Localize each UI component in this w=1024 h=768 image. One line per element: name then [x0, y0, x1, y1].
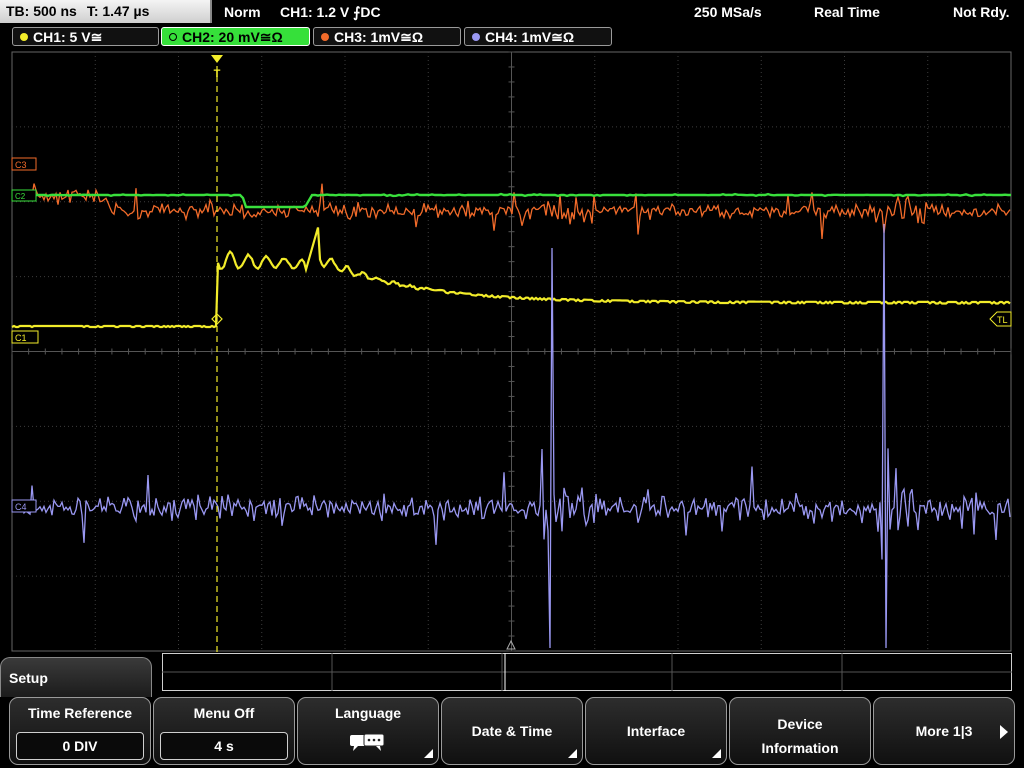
- softkey-device-information[interactable]: Device Information: [729, 697, 871, 765]
- ch2-ground-marker[interactable]: C2: [11, 189, 37, 202]
- ch1-ground-marker[interactable]: C1: [11, 330, 39, 344]
- ch3-label: CH3: 1mV≅Ω: [334, 29, 424, 45]
- ch4-ground-marker[interactable]: C4: [11, 499, 37, 513]
- timebase-box[interactable]: TB: 500 ns T: 1.47 µs: [0, 0, 212, 23]
- softkey-time-reference[interactable]: Time Reference 0 DIV: [9, 697, 151, 765]
- channel-tab-ch3[interactable]: CH3: 1mV≅Ω: [313, 27, 461, 46]
- softkey-date-time[interactable]: Date & Time: [441, 697, 583, 765]
- menu-title-tab: Setup: [0, 657, 152, 697]
- softkey-label: Date & Time: [471, 723, 553, 739]
- sample-rate: 250 MSa/s: [694, 4, 762, 20]
- time-reference-value: 0 DIV: [16, 732, 144, 760]
- status-bar: TB: 500 ns T: 1.47 µs Norm CH1: 1.2 V ⨍DC…: [0, 0, 1024, 25]
- softkey-label: Menu Off: [193, 705, 255, 721]
- c3-marker-text: C3: [15, 160, 27, 170]
- c2-marker-text: C2: [15, 192, 26, 201]
- trigger-state: Not Rdy.: [953, 4, 1010, 20]
- softkey-label: Language: [334, 705, 402, 721]
- arrow-right-icon: [1000, 725, 1008, 739]
- ch4-dot-icon: [472, 33, 480, 41]
- channel-tab-ch4[interactable]: CH4: 1mV≅Ω: [464, 27, 612, 46]
- softkey-label: Time Reference: [27, 705, 132, 721]
- ch4-label: CH4: 1mV≅Ω: [485, 29, 575, 45]
- ch2-dot-icon: [169, 33, 177, 41]
- acquisition-mode[interactable]: Real Time: [814, 0, 880, 24]
- channel-tab-ch2[interactable]: CH2: 20 mV≅Ω: [161, 27, 310, 46]
- zoom-overview-bar[interactable]: [162, 653, 1012, 691]
- softkey-label: More 1|3: [915, 723, 973, 739]
- speech-bubbles-icon: [350, 733, 385, 751]
- menu-off-value: 4 s: [160, 732, 288, 760]
- ch3-dot-icon: [321, 33, 329, 41]
- submenu-corner-icon: [568, 749, 577, 758]
- softkey-more[interactable]: More 1|3: [873, 697, 1015, 765]
- submenu-corner-icon: [712, 749, 721, 758]
- trigger-mode[interactable]: Norm: [224, 0, 261, 24]
- timebase-value: TB: 500 ns: [6, 3, 77, 19]
- softkey-label: Interface: [626, 723, 686, 739]
- ch2-label: CH2: 20 mV≅Ω: [182, 29, 283, 45]
- softkey-label: Device Information: [761, 716, 839, 756]
- ch1-dot-icon: [20, 33, 28, 41]
- tl-marker-text: TL: [997, 315, 1008, 325]
- ch3-ground-marker[interactable]: C3: [11, 157, 37, 171]
- softkey-menu-off[interactable]: Menu Off 4 s: [153, 697, 295, 765]
- c1-marker-text: C1: [15, 333, 27, 343]
- softkey-language[interactable]: Language: [297, 697, 439, 765]
- channel-tab-ch1[interactable]: CH1: 5 V≅: [12, 27, 159, 46]
- menu-title: Setup: [9, 670, 48, 686]
- trigger-info[interactable]: CH1: 1.2 V ⨍DC: [280, 0, 381, 24]
- trigger-time-value: T: 1.47 µs: [86, 3, 150, 19]
- softkey-interface[interactable]: Interface: [585, 697, 727, 765]
- c4-marker-text: C4: [15, 502, 27, 512]
- waveform-display[interactable]: T C3 C2 C1 C4 TL: [0, 48, 1024, 654]
- submenu-corner-icon: [424, 749, 433, 758]
- trigger-pos-text: T: [214, 68, 221, 80]
- ch1-label: CH1: 5 V≅: [33, 29, 103, 45]
- channel-bar: CH1: 5 V≅ CH2: 20 mV≅Ω CH3: 1mV≅Ω CH4: 1…: [0, 26, 1024, 48]
